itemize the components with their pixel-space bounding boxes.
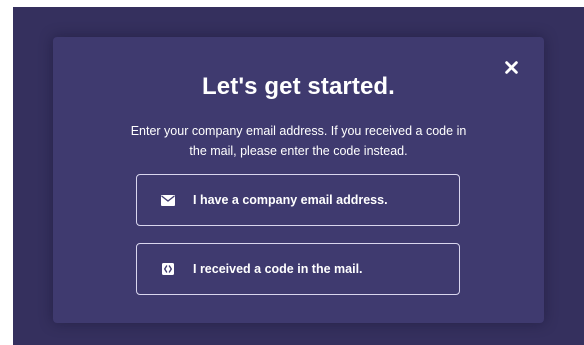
modal-subtitle: Enter your company email address. If you… [130, 124, 467, 158]
mail-code-option-button[interactable]: I received a code in the mail. [136, 243, 460, 295]
get-started-modal: Let's get started. Enter your company em… [53, 37, 544, 323]
envelope-icon [161, 193, 175, 207]
modal-title: Let's get started. [202, 73, 395, 100]
company-email-option-button[interactable]: I have a company email address. [136, 174, 460, 226]
code-brackets-icon [161, 262, 175, 276]
mail-code-option-label: I received a code in the mail. [193, 262, 363, 276]
company-email-option-label: I have a company email address. [193, 193, 388, 207]
